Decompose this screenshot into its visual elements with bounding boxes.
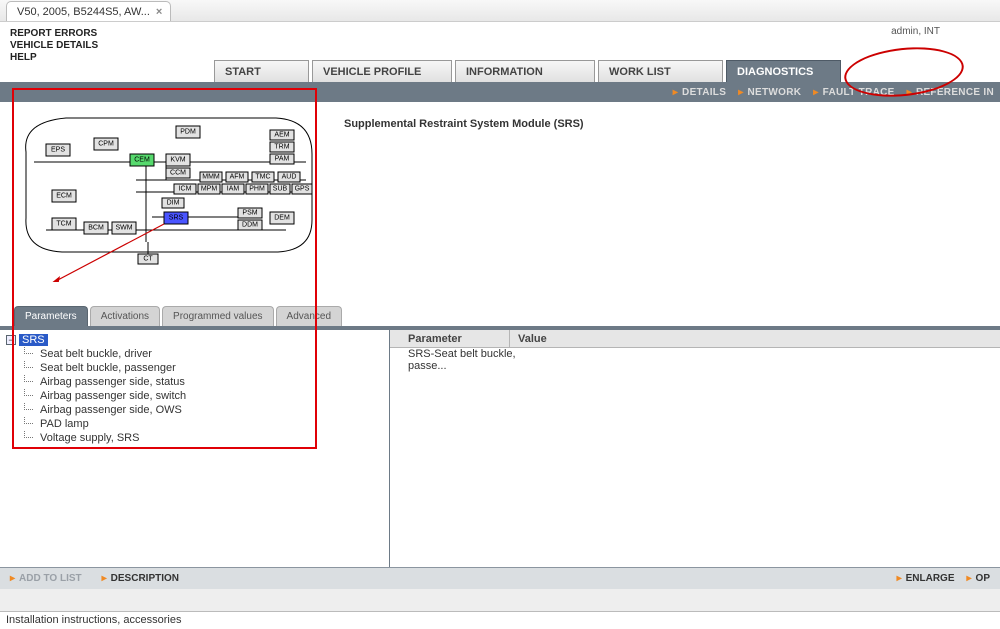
svg-text:AUD: AUD	[282, 174, 297, 181]
th-value[interactable]: Value	[510, 330, 1000, 347]
sub-nav: DETAILS NETWORK FAULT TRACE REFERENCE IN	[0, 82, 1000, 102]
tree-list: Seat belt buckle, driver Seat belt buckl…	[34, 347, 383, 445]
svg-text:IAM: IAM	[227, 186, 240, 193]
svg-text:PSM: PSM	[242, 210, 257, 217]
menu-vehicle-details[interactable]: VEHICLE DETAILS	[10, 40, 204, 51]
sublink-details[interactable]: DETAILS	[673, 87, 726, 98]
tree-item[interactable]: Airbag passenger side, status	[34, 375, 383, 389]
left-menu: REPORT ERRORS VEHICLE DETAILS HELP	[0, 24, 214, 82]
content-split: − SRS Seat belt buckle, driver Seat belt…	[0, 326, 1000, 567]
nav-tabs: START VEHICLE PROFILE INFORMATION WORK L…	[214, 60, 1000, 82]
svg-text:AEM: AEM	[274, 132, 289, 139]
svg-text:CT: CT	[143, 256, 153, 263]
nav-diagnostics[interactable]: DIAGNOSTICS	[726, 60, 841, 82]
cell-value	[550, 348, 1000, 366]
svg-text:PAM: PAM	[275, 156, 290, 163]
svg-text:DIM: DIM	[167, 200, 180, 207]
nav-wrap: START VEHICLE PROFILE INFORMATION WORK L…	[214, 24, 1000, 82]
gap	[0, 589, 1000, 611]
module-title: Supplemental Restraint System Module (SR…	[334, 106, 584, 304]
tree-item[interactable]: Seat belt buckle, driver	[34, 347, 383, 361]
user-label: admin, INT	[891, 26, 940, 37]
tree-item[interactable]: Airbag passenger side, OWS	[34, 403, 383, 417]
sublink-network[interactable]: NETWORK	[738, 87, 801, 98]
tree-root[interactable]: − SRS	[6, 334, 383, 346]
nav-start[interactable]: START	[214, 60, 309, 82]
svg-text:DDM: DDM	[242, 222, 258, 229]
svg-text:DEM: DEM	[274, 215, 290, 222]
svg-text:PHM: PHM	[249, 186, 265, 193]
action-bar: ADD TO LIST DESCRIPTION ENLARGE OP	[0, 567, 1000, 589]
browser-tab[interactable]: V50, 2005, B5244S5, AW... ×	[6, 1, 171, 21]
nav-vehicle-profile[interactable]: VEHICLE PROFILE	[312, 60, 452, 82]
svg-text:SWM: SWM	[115, 225, 132, 232]
svg-text:KVM: KVM	[170, 157, 185, 164]
nav-work-list[interactable]: WORK LIST	[598, 60, 723, 82]
tree-item[interactable]: Voltage supply, SRS	[34, 431, 383, 445]
upper-row: EPS CPM PDM AEM TRM PAM CEM KVM CCM MMM …	[0, 102, 1000, 304]
tab-advanced[interactable]: Advanced	[276, 306, 342, 326]
cell-parameter: SRS-Seat belt buckle, passe...	[390, 348, 550, 366]
op-button[interactable]: OP	[967, 573, 990, 584]
menu-help[interactable]: HELP	[10, 52, 204, 63]
svg-text:MPM: MPM	[201, 186, 218, 193]
svg-text:TMC: TMC	[255, 174, 270, 181]
tree-item[interactable]: PAD lamp	[34, 417, 383, 431]
svg-text:CPM: CPM	[98, 141, 114, 148]
svg-text:ECM: ECM	[56, 193, 72, 200]
svg-text:TCM: TCM	[56, 221, 71, 228]
network-svg: EPS CPM PDM AEM TRM PAM CEM KVM CCM MMM …	[16, 112, 316, 282]
main-area: EPS CPM PDM AEM TRM PAM CEM KVM CCM MMM …	[0, 102, 1000, 589]
th-parameter[interactable]: Parameter	[390, 330, 510, 347]
parameter-tree[interactable]: − SRS Seat belt buckle, driver Seat belt…	[0, 330, 390, 567]
svg-text:MMM: MMM	[202, 174, 220, 181]
svg-text:SRS: SRS	[169, 215, 184, 222]
add-to-list-button[interactable]: ADD TO LIST	[10, 573, 82, 584]
menu-report-errors[interactable]: REPORT ERRORS	[10, 28, 204, 39]
svg-text:GPS: GPS	[295, 186, 310, 193]
svg-text:CEM: CEM	[134, 157, 150, 164]
parameter-table: Parameter Value SRS-Seat belt buckle, pa…	[390, 330, 1000, 567]
tree-item[interactable]: Airbag passenger side, switch	[34, 389, 383, 403]
svg-text:CCM: CCM	[170, 170, 186, 177]
tab-activations[interactable]: Activations	[90, 306, 160, 326]
svg-text:ICM: ICM	[179, 186, 192, 193]
table-row[interactable]: SRS-Seat belt buckle, passe...	[390, 348, 1000, 366]
svg-text:AFM: AFM	[230, 174, 245, 181]
tab-programmed-values[interactable]: Programmed values	[162, 306, 273, 326]
tab-title: V50, 2005, B5244S5, AW...	[17, 6, 150, 18]
nav-information[interactable]: INFORMATION	[455, 60, 595, 82]
svg-text:EPS: EPS	[51, 147, 65, 154]
top-bar: REPORT ERRORS VEHICLE DETAILS HELP START…	[0, 22, 1000, 82]
svg-text:BCM: BCM	[88, 225, 104, 232]
close-icon[interactable]: ×	[156, 6, 162, 18]
statusbar: Installation instructions, accessories	[0, 611, 1000, 629]
module-diagram[interactable]: EPS CPM PDM AEM TRM PAM CEM KVM CCM MMM …	[4, 106, 334, 304]
tree-item[interactable]: Seat belt buckle, passenger	[34, 361, 383, 375]
param-tabs: Parameters Activations Programmed values…	[0, 306, 1000, 326]
description-button[interactable]: DESCRIPTION	[102, 573, 179, 584]
svg-text:PDM: PDM	[180, 129, 196, 136]
sublink-reference[interactable]: REFERENCE IN	[907, 87, 994, 98]
enlarge-button[interactable]: ENLARGE	[897, 573, 955, 584]
table-header: Parameter Value	[390, 330, 1000, 348]
browser-tab-strip: V50, 2005, B5244S5, AW... ×	[0, 0, 1000, 22]
sublink-fault-trace[interactable]: FAULT TRACE	[813, 87, 894, 98]
tab-parameters[interactable]: Parameters	[14, 306, 88, 326]
svg-text:TRM: TRM	[274, 144, 289, 151]
svg-text:SUB: SUB	[273, 186, 288, 193]
collapse-icon[interactable]: −	[6, 335, 16, 345]
tree-root-label: SRS	[19, 334, 48, 346]
